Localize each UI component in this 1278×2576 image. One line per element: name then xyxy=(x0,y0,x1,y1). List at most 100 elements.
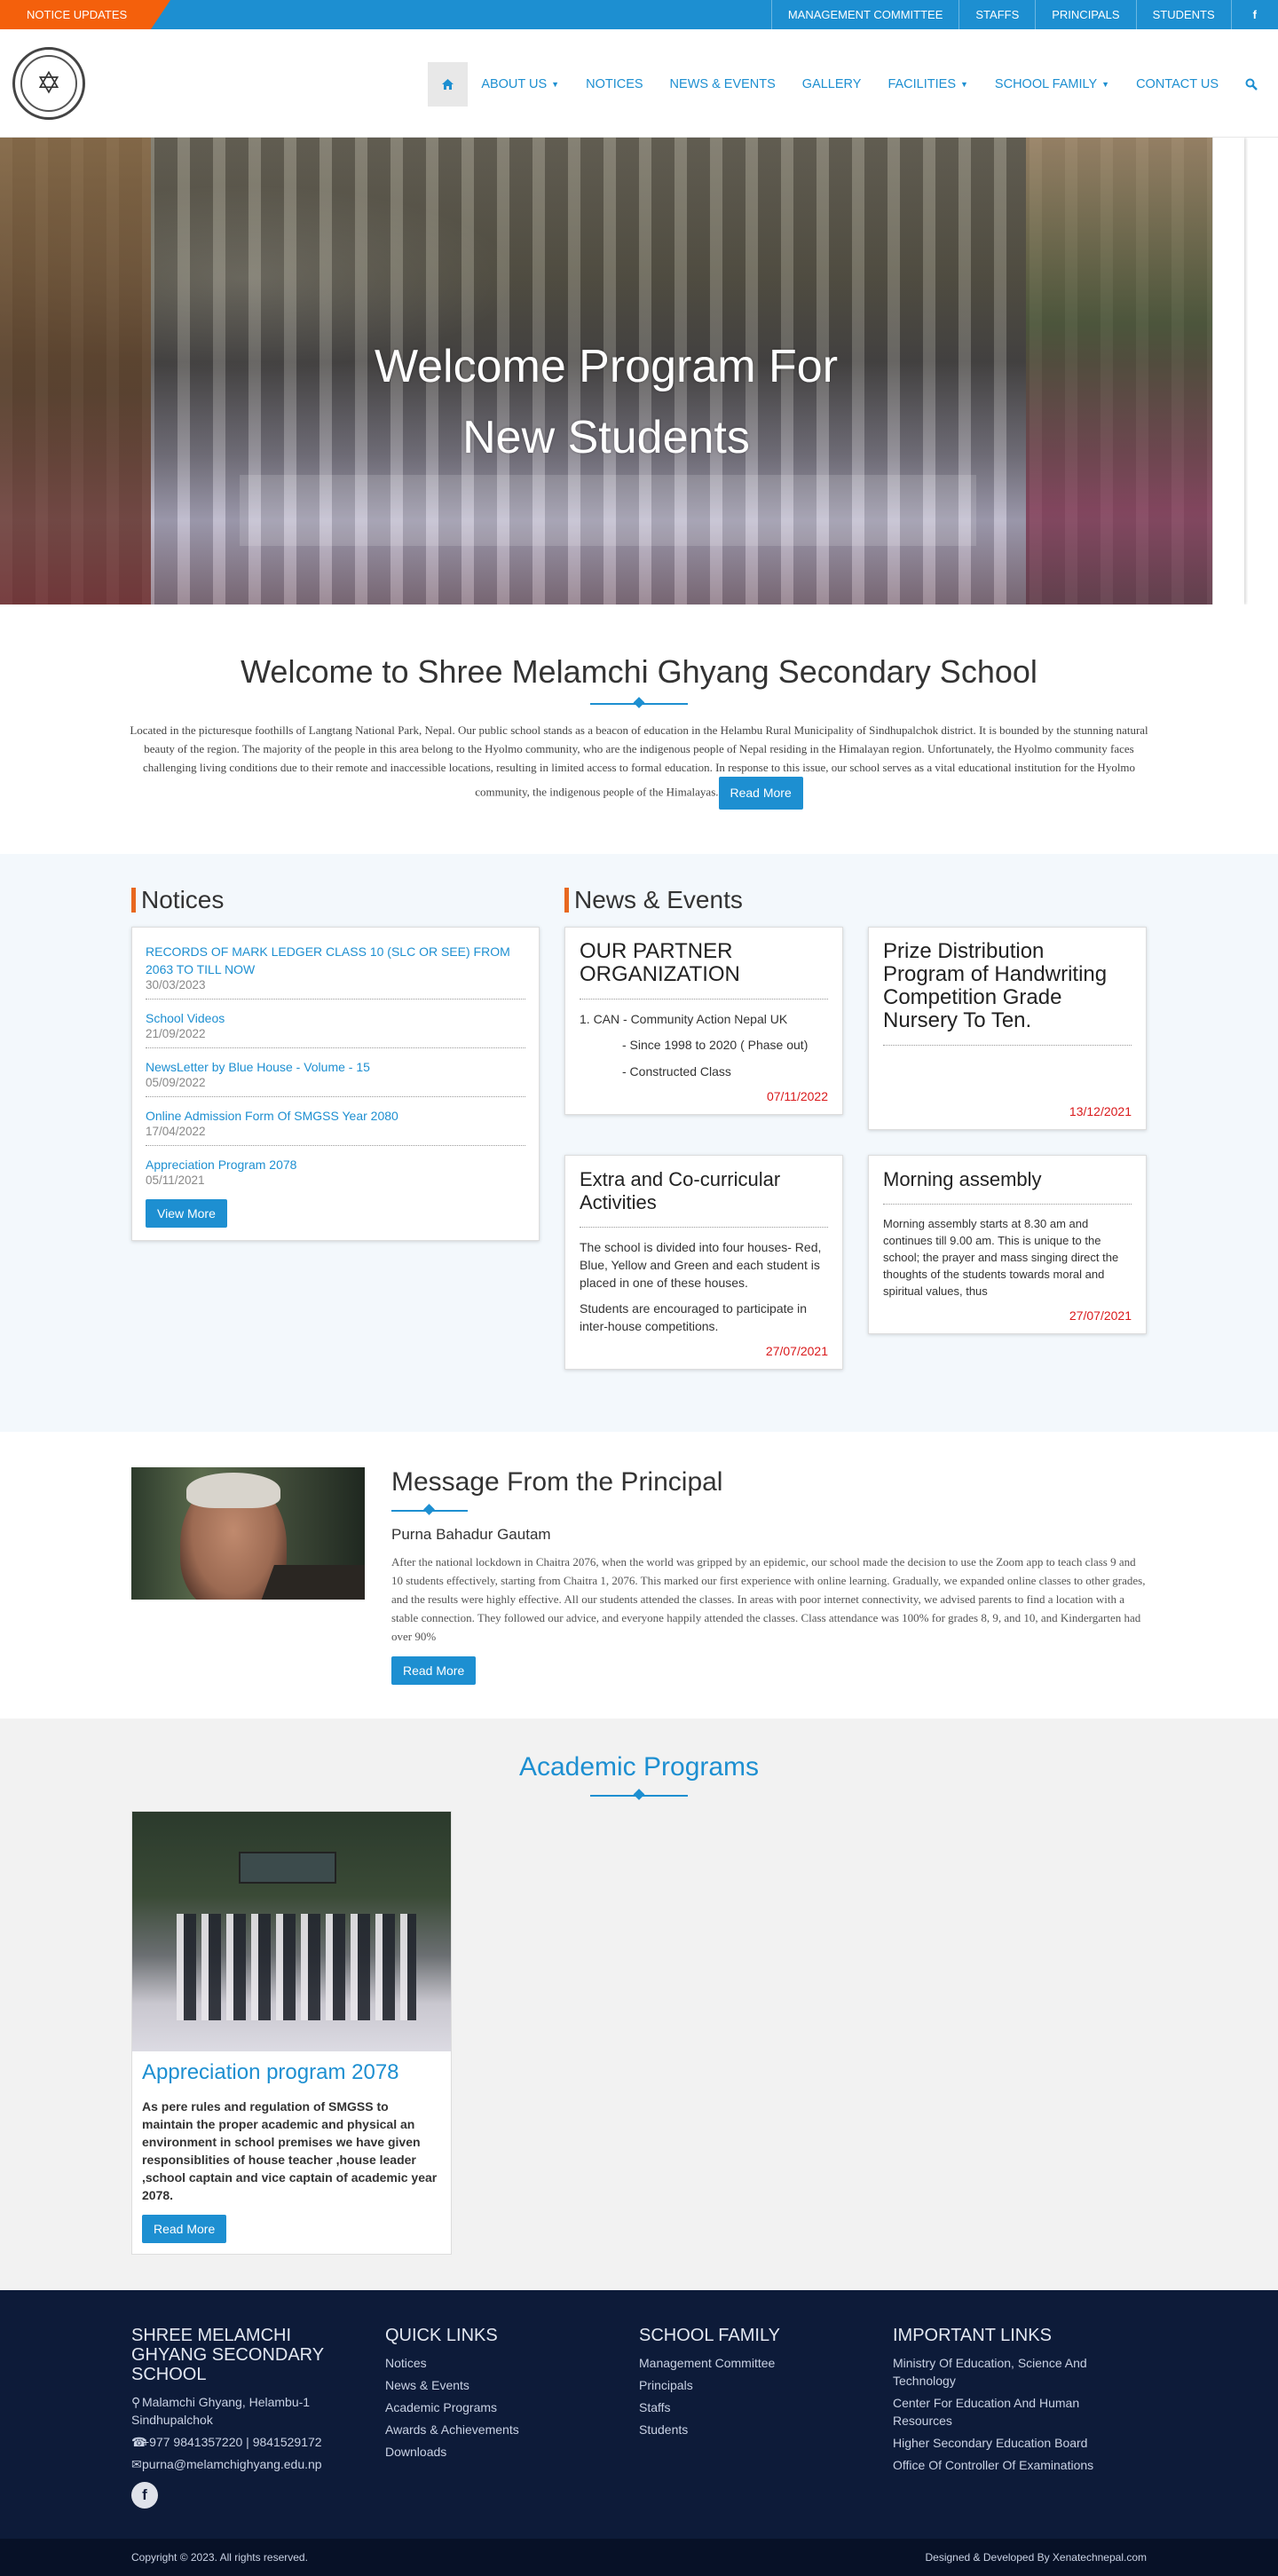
view-more-notices-button[interactable]: View More xyxy=(146,1199,227,1228)
school-logo[interactable]: ✡ xyxy=(12,47,85,120)
notice-date: 05/11/2021 xyxy=(146,1173,205,1187)
news-card-text: - Constructed Class xyxy=(622,1064,731,1079)
news-card[interactable]: Extra and Co-curricular Activities The s… xyxy=(564,1155,843,1370)
top-link-students[interactable]: STUDENTS xyxy=(1135,0,1231,29)
home-icon[interactable] xyxy=(428,62,469,107)
nav-gallery[interactable]: GALLERY xyxy=(789,62,875,107)
welcome-section: Welcome to Shree Melamchi Ghyang Seconda… xyxy=(0,604,1278,854)
news-column: News & Events OUR PARTNER ORGANIZATION 1… xyxy=(564,888,1147,1370)
map-marker-icon: ⚲ xyxy=(131,2395,141,2409)
principal-name: Purna Bahadur Gautam xyxy=(391,1526,551,1543)
news-card[interactable]: Prize Distribution Program of Handwritin… xyxy=(868,927,1147,1130)
notice-updates-tag[interactable]: NOTICE UPDATES xyxy=(0,0,170,29)
notice-link[interactable]: RECORDS OF MARK LEDGER CLASS 10 (SLC OR … xyxy=(146,944,510,976)
footer-school-family-title: SCHOOL FAMILY xyxy=(639,2326,780,2345)
news-card-date: 27/07/2021 xyxy=(1069,1308,1132,1323)
footer-link[interactable]: Notices xyxy=(385,2354,621,2372)
news-card-body: Morning assembly starts at 8.30 am and c… xyxy=(883,1215,1132,1300)
news-card-text: 1. CAN - Community Action Nepal UK xyxy=(580,1012,788,1026)
news-card[interactable]: Morning assembly Morning assembly starts… xyxy=(868,1155,1147,1334)
news-card-title[interactable]: OUR PARTNER ORGANIZATION xyxy=(580,940,828,1000)
footer-phone: ☎+977 9841357220 | 9841529172 xyxy=(131,2433,367,2451)
list-item: RECORDS OF MARK LEDGER CLASS 10 (SLC OR … xyxy=(146,940,525,1000)
footer-link[interactable]: Center For Education And Human Resources xyxy=(893,2394,1129,2430)
program-card[interactable]: Appreciation program 2078 As pere rules … xyxy=(131,1811,452,2255)
welcome-read-more-button[interactable]: Read More xyxy=(718,777,803,810)
footer-link[interactable]: Principals xyxy=(639,2376,875,2394)
footer-email-text[interactable]: purna@melamchighyang.edu.np xyxy=(142,2457,322,2471)
site-footer: SHREE MELAMCHI GHYANG SECONDARY SCHOOL ⚲… xyxy=(0,2290,1278,2539)
footer-link[interactable]: Management Committee xyxy=(639,2354,875,2372)
title-divider xyxy=(590,703,688,705)
news-card-text: Morning assembly starts at 8.30 am and c… xyxy=(883,1217,1119,1298)
top-link-staffs[interactable]: STAFFS xyxy=(958,0,1035,29)
program-title[interactable]: Appreciation program 2078 xyxy=(142,2060,441,2085)
program-card-body: Appreciation program 2078 As pere rules … xyxy=(132,2051,451,2254)
principal-message: After the national lockdown in Chaitra 2… xyxy=(391,1555,1146,1643)
footer-link[interactable]: Higher Secondary Education Board xyxy=(893,2434,1129,2452)
chevron-down-icon: ▼ xyxy=(960,80,968,89)
footer-school-name: SHREE MELAMCHI GHYANG SECONDARY SCHOOL xyxy=(131,2326,324,2384)
notices-column: Notices RECORDS OF MARK LEDGER CLASS 10 … xyxy=(131,888,540,1370)
news-card-text: - Since 1998 to 2020 ( Phase out) xyxy=(622,1038,809,1052)
notice-link[interactable]: Appreciation Program 2078 xyxy=(146,1158,296,1172)
principal-photo xyxy=(131,1467,365,1600)
news-card-title[interactable]: Prize Distribution Program of Handwritin… xyxy=(883,940,1132,1046)
footer-phone-text: +977 9841357220 | 9841529172 xyxy=(142,2435,322,2449)
academic-programs-section: Academic Programs Appreciation program 2… xyxy=(0,1719,1278,2290)
news-card-title[interactable]: Extra and Co-curricular Activities xyxy=(580,1168,828,1228)
nav-contact-us[interactable]: CONTACT US xyxy=(1123,62,1232,107)
footer-quick-links: QUICK LINKS Notices News & Events Academ… xyxy=(385,2326,639,2509)
nav-news-events[interactable]: NEWS & EVENTS xyxy=(657,62,789,107)
news-card-date: 07/11/2022 xyxy=(766,1089,828,1103)
notices-news-section: Notices RECORDS OF MARK LEDGER CLASS 10 … xyxy=(0,854,1278,1432)
search-icon[interactable] xyxy=(1232,62,1271,107)
news-card[interactable]: OUR PARTNER ORGANIZATION 1. CAN - Commun… xyxy=(564,927,843,1115)
news-events-title: News & Events xyxy=(564,888,1147,913)
notice-link[interactable]: NewsLetter by Blue House - Volume - 15 xyxy=(146,1060,370,1074)
footer-link[interactable]: Office Of Controller Of Examinations xyxy=(893,2456,1129,2474)
facebook-icon[interactable]: f xyxy=(1230,0,1278,29)
nav-about-us[interactable]: ABOUT US ▼ xyxy=(468,62,572,107)
footer-school-family: SCHOOL FAMILY Management Committee Princ… xyxy=(639,2326,893,2509)
notices-card: RECORDS OF MARK LEDGER CLASS 10 (SLC OR … xyxy=(131,927,540,1241)
footer-link[interactable]: Ministry Of Education, Science And Techn… xyxy=(893,2354,1129,2390)
footer-link[interactable]: Students xyxy=(639,2421,875,2438)
top-link-management-committee[interactable]: MANAGEMENT COMMITTEE xyxy=(770,0,959,29)
list-item: Online Admission Form Of SMGSS Year 2080… xyxy=(146,1104,525,1146)
hero-caption: Welcome Program For New Students xyxy=(0,331,1212,473)
footer-link[interactable]: Staffs xyxy=(639,2398,875,2416)
news-card-body: The school is divided into four houses- … xyxy=(580,1238,828,1335)
program-read-more-button[interactable]: Read More xyxy=(142,2215,227,2243)
phone-icon: ☎ xyxy=(131,2435,147,2449)
facebook-icon[interactable]: f xyxy=(131,2482,158,2509)
top-link-principals[interactable]: PRINCIPALS xyxy=(1035,0,1135,29)
footer-link[interactable]: Awards & Achievements xyxy=(385,2421,621,2438)
footer-address: ⚲ Malamchi Ghyang, Helambu-1 Sindhupalcho… xyxy=(131,2393,367,2429)
developer-credit-link[interactable]: Designed & Developed By Xenatechnepal.co… xyxy=(926,2551,1148,2564)
nav-notices[interactable]: NOTICES xyxy=(572,62,656,107)
logo-emblem-icon: ✡ xyxy=(20,55,77,112)
footer-link[interactable]: Downloads xyxy=(385,2443,621,2461)
main-nav: ABOUT US ▼ NOTICES NEWS & EVENTS GALLERY … xyxy=(428,62,1271,107)
welcome-paragraph: Located in the picturesque foothills of … xyxy=(130,723,1148,799)
title-divider xyxy=(590,1795,688,1797)
footer-link[interactable]: Academic Programs xyxy=(385,2398,621,2416)
principal-message-section: Message From the Principal Purna Bahadur… xyxy=(0,1432,1278,1719)
footer-link[interactable]: News & Events xyxy=(385,2376,621,2394)
principal-read-more-button[interactable]: Read More xyxy=(391,1656,477,1685)
nav-about-us-label: ABOUT US xyxy=(481,77,548,91)
notice-link[interactable]: School Videos xyxy=(146,1011,225,1025)
chevron-down-icon: ▼ xyxy=(551,80,560,89)
notice-date: 30/03/2023 xyxy=(146,978,206,992)
nav-school-family[interactable]: SCHOOL FAMILY ▼ xyxy=(982,62,1123,107)
footer-school-info: SHREE MELAMCHI GHYANG SECONDARY SCHOOL ⚲… xyxy=(131,2326,385,2509)
footer-email: ✉purna@melamchighyang.edu.np xyxy=(131,2455,367,2473)
hero-slider[interactable]: Welcome Program For New Students xyxy=(0,138,1278,604)
news-card-date: 27/07/2021 xyxy=(765,1344,828,1358)
principal-text: Message From the Principal Purna Bahadur… xyxy=(391,1467,1147,1685)
footer-address-text: Malamchi Ghyang, Helambu-1 Sindhupalchok xyxy=(131,2395,311,2427)
nav-facilities[interactable]: FACILITIES ▼ xyxy=(874,62,981,107)
notice-link[interactable]: Online Admission Form Of SMGSS Year 2080 xyxy=(146,1109,398,1123)
news-card-title[interactable]: Morning assembly xyxy=(883,1168,1132,1205)
